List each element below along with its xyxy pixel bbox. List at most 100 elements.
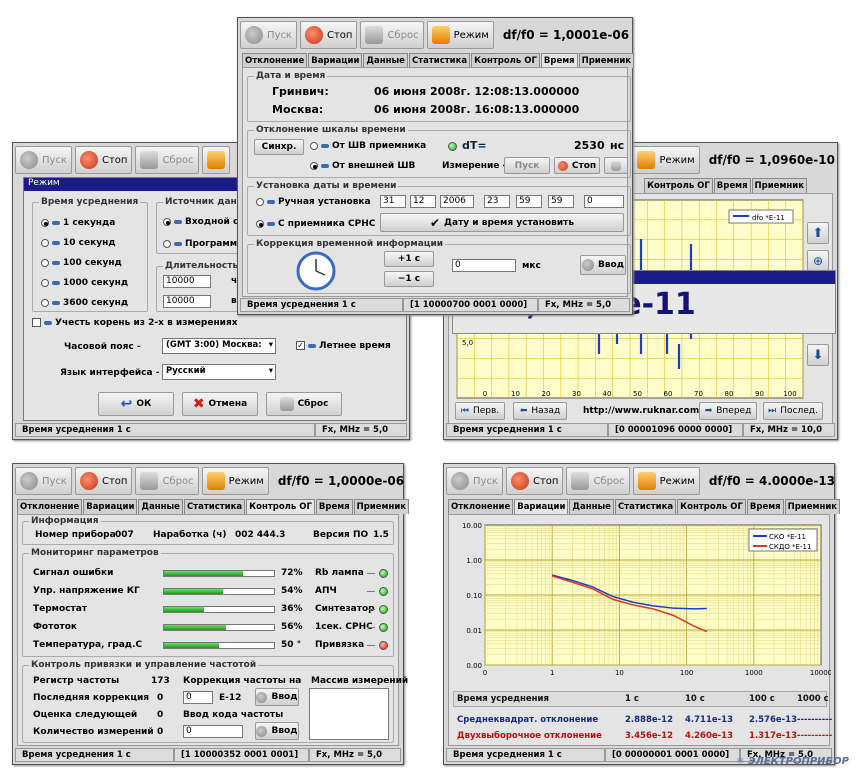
fraction-input[interactable]: 0 bbox=[584, 195, 624, 208]
reset-button[interactable]: Сброс bbox=[360, 21, 424, 49]
correction-input[interactable]: 0 bbox=[452, 259, 516, 272]
tab-variations[interactable]: Вариации bbox=[308, 53, 363, 68]
cancel-button[interactable]: ✖ Отмена bbox=[182, 392, 258, 416]
tab-time[interactable]: Время bbox=[315, 499, 353, 514]
measure-stop-button[interactable]: Стоп bbox=[554, 157, 600, 174]
tab-control[interactable]: Контроль ОГ bbox=[644, 178, 713, 193]
indicator-label: Rb лампа bbox=[315, 568, 364, 578]
tab-time[interactable]: Время bbox=[540, 53, 578, 68]
avg-option[interactable]: 1000 секунд bbox=[41, 273, 128, 293]
language-select[interactable]: Русский bbox=[162, 364, 276, 380]
start-button[interactable]: Пуск bbox=[240, 21, 297, 49]
minute-input[interactable]: 59 bbox=[516, 195, 542, 208]
plus-second-button[interactable]: +1 с bbox=[384, 251, 434, 267]
from-receiver-radio[interactable]: От ШВ приемника bbox=[310, 141, 426, 151]
dialog-reset-button[interactable]: Сброс bbox=[266, 392, 342, 416]
broom-button[interactable] bbox=[604, 157, 628, 174]
mode-button[interactable]: Режим bbox=[426, 21, 494, 49]
tab-receiver[interactable]: Приемник bbox=[578, 53, 635, 68]
zoom-button[interactable]: ⊕ bbox=[807, 250, 829, 272]
tab-receiver[interactable]: Приемник bbox=[353, 499, 410, 514]
broom-icon bbox=[365, 26, 384, 44]
tab-statistics[interactable]: Статистика bbox=[183, 499, 246, 514]
from-external-radio[interactable]: От внешней ШВ bbox=[310, 161, 415, 171]
duration-input-1[interactable]: 10000 bbox=[163, 275, 211, 288]
reset-button[interactable]: Сброс bbox=[135, 146, 199, 174]
day-input[interactable]: 31 bbox=[380, 195, 406, 208]
tab-time[interactable]: Время bbox=[713, 178, 751, 193]
start-button[interactable]: Пуск bbox=[446, 467, 503, 495]
code-enter-button[interactable]: Ввод bbox=[255, 722, 299, 740]
avg-option[interactable]: 1 секунда bbox=[41, 213, 128, 233]
mode-button[interactable]: Режим bbox=[632, 467, 700, 495]
enter-button[interactable]: Ввод bbox=[580, 255, 626, 275]
tab-time[interactable]: Время bbox=[746, 499, 784, 514]
offset-group: Отклонение шкалы времени Синхр. От ШВ пр… bbox=[247, 125, 631, 178]
stop-button[interactable]: Стоп bbox=[505, 467, 564, 495]
tab-data[interactable]: Данные bbox=[138, 499, 183, 514]
sync-button[interactable]: Синхр. bbox=[254, 139, 304, 155]
tab-control[interactable]: Контроль ОГ bbox=[677, 499, 746, 514]
mode-button[interactable]: Режим bbox=[201, 467, 269, 495]
x-tick-label: 10000 bbox=[810, 669, 831, 677]
avg-option[interactable]: 100 секунд bbox=[41, 253, 128, 273]
mode-button[interactable] bbox=[201, 146, 230, 174]
first-button[interactable]: ⏮ Перв. bbox=[455, 402, 505, 420]
tab-data[interactable]: Данные bbox=[363, 53, 408, 68]
month-input[interactable]: 12 bbox=[410, 195, 436, 208]
tab-control[interactable]: Контроль ОГ bbox=[471, 53, 540, 68]
gnss-radio[interactable]: С приемника СРНС bbox=[256, 219, 375, 229]
tab-control[interactable]: Контроль ОГ bbox=[246, 499, 315, 514]
freq-code-input[interactable]: 0 bbox=[183, 725, 243, 738]
param-value: 50 ° bbox=[281, 640, 302, 650]
reset-button[interactable]: Сброс bbox=[566, 467, 630, 495]
stop-button[interactable]: Стоп bbox=[74, 146, 133, 174]
source-option[interactable]: Программ bbox=[163, 233, 238, 255]
status-bar: Время усреднения 1 с [0 00001096 0000 00… bbox=[446, 423, 835, 437]
param-label: Сигнал ошибки bbox=[33, 568, 114, 578]
tab-deviation[interactable]: Отклонение bbox=[17, 499, 83, 514]
mode-button[interactable]: Режим bbox=[632, 146, 700, 174]
back-button[interactable]: ⬅ Назад bbox=[513, 402, 567, 420]
tab-variations[interactable]: Вариации bbox=[83, 499, 138, 514]
tab-receiver[interactable]: Приемник bbox=[784, 499, 841, 514]
start-button[interactable]: Пуск bbox=[15, 467, 72, 495]
dst-checkbox[interactable]: ✓ Летнее время bbox=[296, 341, 391, 351]
tab-receiver[interactable]: Приемник bbox=[751, 178, 807, 193]
source-option[interactable]: Входной с bbox=[163, 211, 238, 233]
manual-radio[interactable]: Ручная установка bbox=[256, 197, 371, 207]
correction-enter-button[interactable]: Ввод bbox=[255, 688, 299, 706]
tab-data[interactable]: Данные bbox=[569, 499, 614, 514]
tab-variations[interactable]: Вариации bbox=[514, 499, 569, 514]
table-header-cell: 100 с bbox=[749, 694, 775, 704]
hour-input[interactable]: 23 bbox=[484, 195, 510, 208]
reset-button[interactable]: Сброс bbox=[135, 467, 199, 495]
set-datetime-button[interactable]: ✔ Дату и время установить bbox=[380, 213, 624, 232]
stop-button[interactable]: Стоп bbox=[74, 467, 133, 495]
second-input[interactable]: 59 bbox=[548, 195, 574, 208]
start-button[interactable]: Пуск bbox=[15, 146, 72, 174]
forward-button[interactable]: ➡ Вперед bbox=[699, 402, 757, 420]
up-button[interactable]: ⬆ bbox=[807, 222, 829, 244]
tab-statistics[interactable]: Статистика bbox=[408, 53, 471, 68]
info-group: Информация Номер прибора 007 Наработка (… bbox=[22, 516, 394, 545]
freq-correction-input[interactable]: 0 bbox=[183, 691, 213, 704]
ok-button[interactable]: ↩ ОК bbox=[98, 392, 174, 416]
minus-second-button[interactable]: −1 с bbox=[384, 271, 434, 287]
sqrt-checkbox[interactable]: Учесть корень из 2-х в измерениях bbox=[32, 318, 238, 328]
tab-deviation[interactable]: Отклонение bbox=[242, 53, 308, 68]
duration-input-2[interactable]: 10000 bbox=[163, 295, 211, 308]
measure-start-button[interactable]: Пуск bbox=[504, 157, 550, 174]
down-button[interactable]: ⬇ bbox=[807, 344, 829, 366]
measurement-array-list[interactable] bbox=[309, 688, 389, 740]
tab-statistics[interactable]: Статистика bbox=[614, 499, 677, 514]
tab-deviation[interactable]: Отклонение bbox=[448, 499, 514, 514]
table-cell: ---------- bbox=[797, 731, 833, 741]
stop-button[interactable]: Стоп bbox=[299, 21, 358, 49]
avg-option[interactable]: 10 секунд bbox=[41, 233, 128, 253]
timezone-select[interactable]: (GMT 3:00) Москва: bbox=[162, 338, 276, 354]
avg-option[interactable]: 3600 секунд bbox=[41, 293, 128, 313]
last-button[interactable]: ⏭ Послед. bbox=[763, 402, 823, 420]
indicator-label: Привязка bbox=[315, 640, 365, 650]
year-input[interactable]: 2006 bbox=[440, 195, 474, 208]
